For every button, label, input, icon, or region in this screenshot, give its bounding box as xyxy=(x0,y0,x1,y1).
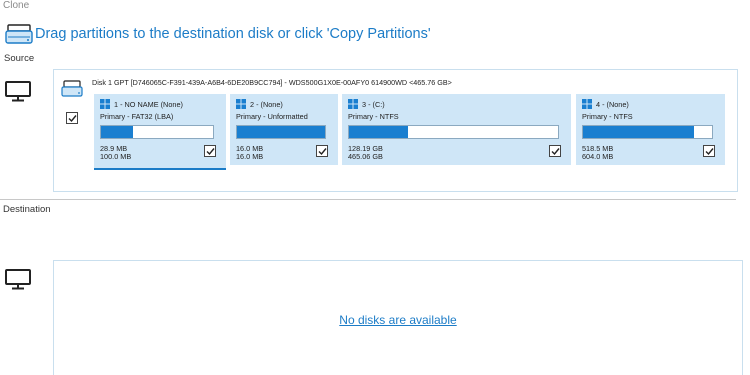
partition-name: 4 - (None) xyxy=(596,99,629,109)
no-disks-link[interactable]: No disks are available xyxy=(54,313,742,327)
partition-total: 16.0 MB xyxy=(236,152,264,161)
usage-bar-fill xyxy=(583,126,694,138)
partition-type: Primary - FAT32 (LBA) xyxy=(100,112,174,121)
partition-name: 3 - (C:) xyxy=(362,99,385,109)
section-divider xyxy=(0,199,736,200)
instruction-title: Drag partitions to the destination disk … xyxy=(35,26,431,42)
monitor-icon xyxy=(5,269,31,290)
usage-bar xyxy=(100,125,214,139)
partition-total: 604.0 MB xyxy=(582,152,614,161)
partition-total: 465.06 GB xyxy=(348,152,383,161)
partition-checkbox[interactable] xyxy=(703,145,715,157)
usage-bar-fill xyxy=(101,126,134,138)
partition-checkbox[interactable] xyxy=(204,145,216,157)
usage-bar-fill xyxy=(349,126,408,138)
partition-type: Primary - NTFS xyxy=(348,112,399,121)
partition-type: Primary - NTFS xyxy=(582,112,633,121)
partition-name: 2 - (None) xyxy=(250,99,283,109)
windows-icon xyxy=(236,99,246,109)
windows-icon xyxy=(582,99,592,109)
usage-bar-fill xyxy=(237,126,325,138)
partition-header: 2 - (None) xyxy=(236,99,283,109)
window-title: Clone xyxy=(3,0,30,11)
destination-panel: No disks are available xyxy=(53,260,743,375)
monitor-icon xyxy=(5,81,31,102)
source-disk-panel[interactable]: Disk 1 GPT [D746065C-F391-439A-A6B4-6DE2… xyxy=(53,69,738,192)
disk-info: Disk 1 GPT [D746065C-F391-439A-A6B4-6DE2… xyxy=(92,78,452,87)
source-label: Source xyxy=(4,53,35,64)
partition-type: Primary - Unformatted xyxy=(236,112,308,121)
windows-icon xyxy=(348,99,358,109)
partition-header: 4 - (None) xyxy=(582,99,629,109)
windows-icon xyxy=(100,99,110,109)
partition-total: 100.0 MB xyxy=(100,152,132,161)
usage-bar xyxy=(236,125,326,139)
partition-tile[interactable]: 4 - (None) Primary - NTFS 518.5 MB 604.0… xyxy=(576,94,725,165)
disk-checkbox[interactable] xyxy=(66,112,78,124)
destination-label: Destination xyxy=(3,204,51,215)
partition-tile[interactable]: 3 - (C:) Primary - NTFS 128.19 GB 465.06… xyxy=(342,94,571,165)
usage-bar xyxy=(348,125,559,139)
hard-disk-icon xyxy=(61,80,83,97)
partition-checkbox[interactable] xyxy=(316,145,328,157)
header: Drag partitions to the destination disk … xyxy=(4,22,431,46)
usage-bar xyxy=(582,125,713,139)
partition-name: 1 - NO NAME (None) xyxy=(114,99,183,109)
partition-checkbox[interactable] xyxy=(549,145,561,157)
partition-tile[interactable]: 1 - NO NAME (None) Primary - FAT32 (LBA)… xyxy=(94,94,226,170)
partition-header: 1 - NO NAME (None) xyxy=(100,99,183,109)
partition-tile[interactable]: 2 - (None) Primary - Unformatted 16.0 MB… xyxy=(230,94,338,165)
partition-header: 3 - (C:) xyxy=(348,99,385,109)
clone-disk-icon xyxy=(5,24,33,44)
